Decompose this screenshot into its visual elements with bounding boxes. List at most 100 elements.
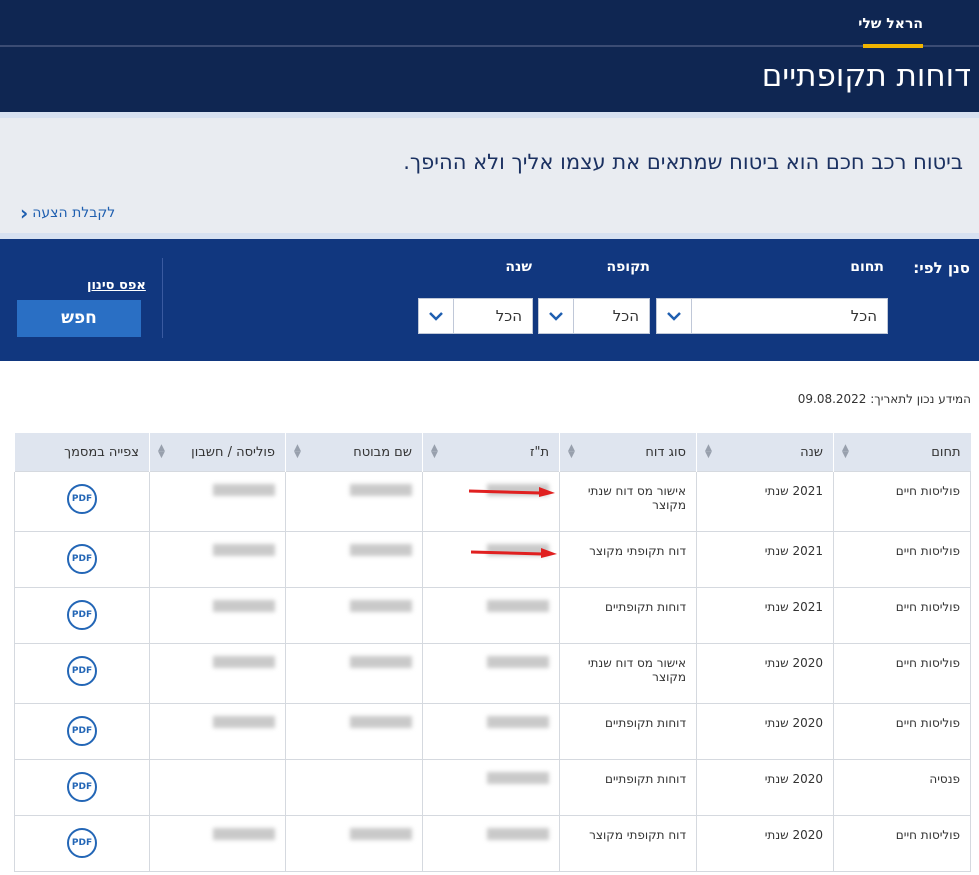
redacted-id (487, 828, 549, 840)
top-bar: הראל שלי דוחות תקופתיים (0, 0, 979, 112)
col-insured-name[interactable]: שם מבוטח ▲ ▼ (285, 433, 423, 472)
table-row: פוליסות חיים 2020 שנתי אישור מס דוח שנתי… (14, 643, 971, 704)
cell-name (285, 703, 423, 760)
promo-banner: ביטוח רכב חכם הוא ביטוח שמתאים את עצמו א… (0, 112, 979, 239)
pdf-icon[interactable]: PDF (67, 656, 97, 686)
cell-domain: פוליסות חיים (833, 815, 971, 872)
nav-divider (0, 45, 979, 47)
cell-view: PDF (14, 759, 150, 816)
sort-icon: ▲ ▼ (158, 443, 165, 460)
cell-id (422, 587, 560, 644)
cell-year: 2021 שנתי (696, 587, 834, 644)
redacted-policy (213, 484, 275, 496)
year-label: שנה (505, 259, 532, 275)
cell-type: דוחות תקופתיים (559, 703, 697, 760)
table-row: פוליסות חיים 2020 שנתי דוחות תקופתיים PD… (14, 703, 971, 760)
table-row: פוליסות חיים 2021 שנתי דוחות תקופתיים PD… (14, 587, 971, 644)
table-row: פנסיה 2020 שנתי דוחות תקופתיים PDF (14, 759, 971, 816)
sort-icon: ▲ ▼ (431, 443, 438, 460)
cell-type: אישור מס דוח שנתי מקוצר (559, 643, 697, 704)
cell-policy (149, 643, 286, 704)
annotation-arrow-icon (469, 487, 555, 497)
filter-divider (162, 258, 163, 338)
period-select-value: הכל (612, 307, 639, 325)
col-report-type[interactable]: סוג דוח ▲ ▼ (559, 433, 697, 472)
period-select[interactable]: הכל (538, 298, 650, 334)
pdf-icon[interactable]: PDF (67, 716, 97, 746)
table-row: פוליסות חיים 2021 שנתי דוח תקופתי מקוצר … (14, 531, 971, 588)
redacted-id (487, 656, 549, 668)
cell-year: 2021 שנתי (696, 531, 834, 588)
search-button[interactable]: חפש (17, 300, 141, 337)
col-policy[interactable]: פוליסה / חשבון ▲ ▼ (149, 433, 286, 472)
redacted-id (487, 772, 549, 784)
redacted-policy (213, 544, 275, 556)
cell-type: דוחות תקופתיים (559, 587, 697, 644)
table-row: פוליסות חיים 2020 שנתי דוח תקופתי מקוצר … (14, 815, 971, 872)
col-domain[interactable]: תחום ▲ ▼ (833, 433, 971, 472)
cell-domain: פוליסות חיים (833, 643, 971, 704)
redacted-name (350, 656, 412, 668)
cell-name (285, 471, 423, 532)
chevron-down-icon (419, 299, 454, 333)
domain-label: תחום (850, 259, 884, 275)
cell-year: 2020 שנתי (696, 703, 834, 760)
cell-domain: פוליסות חיים (833, 587, 971, 644)
period-label: תקופה (606, 259, 650, 275)
get-quote-label: לקבלת הצעה (32, 205, 116, 221)
tab-my-harel[interactable]: הראל שלי (858, 16, 923, 32)
cell-view: PDF (14, 587, 150, 644)
cell-name (285, 815, 423, 872)
redacted-id (487, 716, 549, 728)
sort-icon: ▲ ▼ (842, 443, 849, 460)
pdf-icon[interactable]: PDF (67, 600, 97, 630)
page-title: דוחות תקופתיים (761, 58, 971, 94)
pdf-icon[interactable]: PDF (67, 772, 97, 802)
filter-panel: סנן לפי: תחום הכל תקופה הכל שנה הכל אפס … (0, 239, 979, 361)
reset-filter-link[interactable]: אפס סינון (87, 278, 146, 293)
cell-type: אישור מס דוח שנתי מקוצר (559, 471, 697, 532)
year-select[interactable]: הכל (418, 298, 533, 334)
cell-year: 2020 שנתי (696, 643, 834, 704)
cell-policy (149, 815, 286, 872)
pdf-icon[interactable]: PDF (67, 544, 97, 574)
cell-year: 2021 שנתי (696, 471, 834, 532)
cell-view: PDF (14, 531, 150, 588)
cell-id (422, 815, 560, 872)
cell-policy (149, 471, 286, 532)
cell-name (285, 531, 423, 588)
chevron-down-icon (657, 299, 692, 333)
promo-text: ביטוח רכב חכם הוא ביטוח שמתאים את עצמו א… (403, 150, 963, 174)
col-year[interactable]: שנה ▲ ▼ (696, 433, 834, 472)
redacted-name (350, 600, 412, 612)
cell-policy (149, 703, 286, 760)
cell-id (422, 471, 560, 532)
chevron-down-icon (539, 299, 574, 333)
cell-view: PDF (14, 643, 150, 704)
cell-type: דוחות תקופתיים (559, 759, 697, 816)
pdf-icon[interactable]: PDF (67, 484, 97, 514)
cell-type: דוח תקופתי מקוצר (559, 531, 697, 588)
cell-id (422, 703, 560, 760)
pdf-icon[interactable]: PDF (67, 828, 97, 858)
domain-select[interactable]: הכל (656, 298, 888, 334)
cell-policy (149, 587, 286, 644)
sort-icon: ▲ ▼ (568, 443, 575, 460)
redacted-name (350, 828, 412, 840)
annotation-arrow-icon (471, 548, 557, 558)
redacted-name (350, 716, 412, 728)
redacted-name (350, 484, 412, 496)
sort-icon: ▲ ▼ (294, 443, 301, 460)
as-of-date: המידע נכון לתאריך: 09.08.2022 (797, 392, 971, 406)
domain-select-value: הכל (850, 307, 877, 325)
get-quote-link[interactable]: ‹ לקבלת הצעה (20, 201, 115, 225)
col-view: צפייה במסמך (14, 433, 150, 472)
cell-view: PDF (14, 471, 150, 532)
cell-type: דוח תקופתי מקוצר (559, 815, 697, 872)
cell-domain: פוליסות חיים (833, 471, 971, 532)
redacted-policy (213, 716, 275, 728)
col-id[interactable]: ת"ז ▲ ▼ (422, 433, 560, 472)
cell-view: PDF (14, 703, 150, 760)
cell-domain: פוליסות חיים (833, 703, 971, 760)
cell-name (285, 587, 423, 644)
